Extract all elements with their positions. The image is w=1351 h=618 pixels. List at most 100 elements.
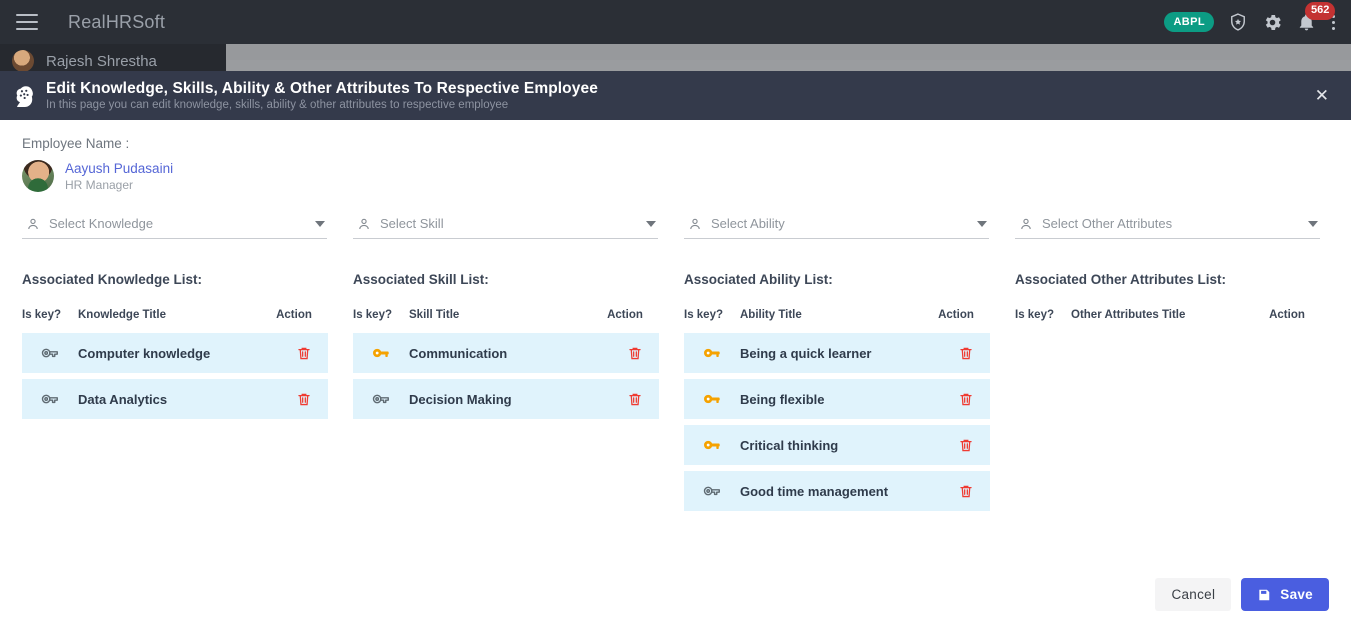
skill-table: Is key? Skill Title Action Communication… [353, 306, 659, 419]
other-attributes-table: Is key? Other Attributes Title Action [1015, 306, 1321, 333]
employee-card: Aayush Pudasaini HR Manager [22, 160, 1329, 192]
header-action: Action [607, 309, 643, 321]
knowledge-table: Is key? Knowledge Title Action Computer … [22, 306, 328, 419]
gear-icon[interactable] [1262, 12, 1283, 33]
modal-subtitle: In this page you can edit knowledge, ski… [46, 99, 509, 111]
column-other-attributes: Select Other Attributes Associated Other… [1015, 216, 1346, 511]
bell-icon[interactable]: 562 [1297, 1, 1336, 32]
row-title: Computer knowledge [78, 345, 211, 361]
header-title: Skill Title [409, 309, 460, 321]
delete-row-button[interactable] [611, 391, 659, 408]
delete-row-button[interactable] [611, 345, 659, 362]
org-badge[interactable]: ABPL [1164, 12, 1214, 32]
save-disk-icon [1257, 588, 1271, 602]
app-brand: RealHRSoft [68, 11, 166, 32]
key-active-icon[interactable] [684, 435, 740, 455]
select-other-attributes-placeholder: Select Other Attributes [1042, 216, 1173, 231]
person-icon [26, 217, 40, 231]
modal-body: Employee Name : Aayush Pudasaini HR Mana… [0, 120, 1351, 618]
column-knowledge: Select Knowledge Associated Knowledge Li… [22, 216, 353, 511]
table-header: Is key? Other Attributes Title Action [1015, 306, 1321, 324]
cancel-button[interactable]: Cancel [1155, 578, 1232, 611]
brain-icon [10, 82, 38, 110]
delete-row-button[interactable] [942, 345, 990, 362]
ksao-columns: Select Knowledge Associated Knowledge Li… [22, 216, 1329, 511]
chevron-down-icon [977, 220, 987, 227]
knowledge-list-title: Associated Knowledge List: [22, 272, 203, 287]
knowledge-rows: Computer knowledge Data Analytics [22, 333, 328, 419]
header-title: Ability Title [740, 309, 802, 321]
select-other-attributes-dropdown[interactable]: Select Other Attributes [1015, 216, 1320, 239]
modal-title-group: Edit Knowledge, Skills, Ability & Other … [46, 80, 598, 111]
header-is-key: Is key? [1015, 309, 1054, 321]
header-is-key: Is key? [22, 309, 61, 321]
select-ability-placeholder: Select Ability [711, 216, 785, 231]
row-title: Being flexible [740, 391, 825, 407]
select-skill-placeholder: Select Skill [380, 216, 444, 231]
select-knowledge-dropdown[interactable]: Select Knowledge [22, 216, 327, 239]
delete-row-button[interactable] [942, 437, 990, 454]
key-active-icon[interactable] [684, 343, 740, 363]
hamburger-icon[interactable] [16, 14, 38, 30]
header-action: Action [1269, 309, 1305, 321]
table-row: Critical thinking [684, 425, 990, 465]
select-skill-dropdown[interactable]: Select Skill [353, 216, 658, 239]
employee-role: HR Manager [65, 177, 134, 192]
column-skill: Select Skill Associated Skill List: Is k… [353, 216, 684, 511]
save-button[interactable]: Save [1241, 578, 1329, 611]
table-row: Being flexible [684, 379, 990, 419]
key-active-icon[interactable] [353, 343, 409, 363]
key-inactive-icon[interactable] [353, 389, 409, 409]
select-ability-dropdown[interactable]: Select Ability [684, 216, 989, 239]
close-icon[interactable]: ✕ [1307, 81, 1337, 110]
chevron-down-icon [1308, 220, 1318, 227]
row-title: Good time management [740, 483, 889, 499]
ability-rows: Being a quick learner Being flexible Criti… [684, 333, 990, 511]
table-header: Is key? Knowledge Title Action [22, 306, 328, 324]
person-icon [688, 217, 702, 231]
delete-row-button[interactable] [280, 391, 328, 408]
ability-list-title: Associated Ability List: [684, 272, 833, 287]
modal-header: Edit Knowledge, Skills, Ability & Other … [0, 71, 1351, 120]
person-icon [357, 217, 371, 231]
delete-row-button[interactable] [280, 345, 328, 362]
header-is-key: Is key? [353, 309, 392, 321]
ability-table: Is key? Ability Title Action Being a qui… [684, 306, 990, 511]
key-inactive-icon[interactable] [22, 343, 78, 363]
sidebar-avatar [12, 50, 34, 72]
modal-footer-buttons: Cancel Save [1155, 578, 1329, 611]
chevron-down-icon [315, 220, 325, 227]
navbar-right-group: ABPL 562 [1164, 1, 1351, 33]
key-inactive-icon[interactable] [684, 481, 740, 501]
employee-info: Aayush Pudasaini HR Manager [65, 161, 173, 192]
delete-row-button[interactable] [942, 483, 990, 500]
sidebar-user-name: Rajesh Shrestha [46, 52, 157, 70]
employee-name-link[interactable]: Aayush Pudasaini [65, 161, 173, 176]
select-knowledge-placeholder: Select Knowledge [49, 216, 154, 231]
table-row: Computer knowledge [22, 333, 328, 373]
avatar [22, 160, 54, 192]
key-inactive-icon[interactable] [22, 389, 78, 409]
notification-count-badge: 562 [1305, 1, 1336, 20]
top-navbar: RealHRSoft ABPL 562 [0, 0, 1351, 44]
header-action: Action [276, 309, 312, 321]
table-row: Decision Making [353, 379, 659, 419]
delete-row-button[interactable] [942, 391, 990, 408]
header-title: Knowledge Title [78, 309, 166, 321]
table-row: Communication [353, 333, 659, 373]
skill-list-title: Associated Skill List: [353, 272, 489, 287]
header-title: Other Attributes Title [1071, 309, 1186, 321]
table-row: Good time management [684, 471, 990, 511]
other-attributes-list-title: Associated Other Attributes List: [1015, 272, 1227, 287]
row-title: Being a quick learner [740, 345, 872, 361]
row-title: Decision Making [409, 391, 512, 407]
key-active-icon[interactable] [684, 389, 740, 409]
shield-star-icon[interactable] [1228, 12, 1248, 32]
table-header: Is key? Skill Title Action [353, 306, 659, 324]
row-title: Critical thinking [740, 437, 839, 453]
header-action: Action [938, 309, 974, 321]
header-is-key: Is key? [684, 309, 723, 321]
chevron-down-icon [646, 220, 656, 227]
row-title: Communication [409, 345, 508, 361]
table-row: Being a quick learner [684, 333, 990, 373]
